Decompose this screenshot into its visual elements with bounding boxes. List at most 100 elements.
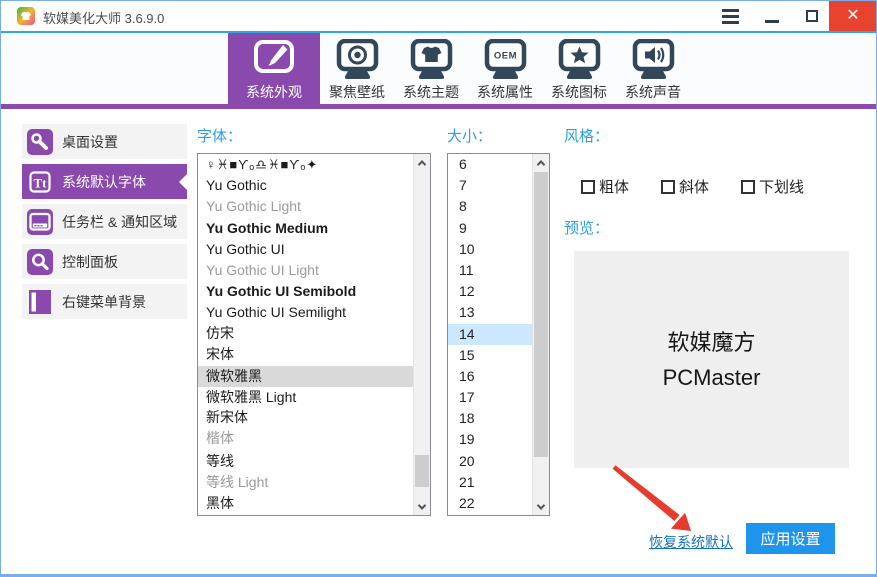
toolbar-tab-2[interactable]: 聚焦壁纸 [320, 33, 394, 104]
sidebar-item-label: 系统默认字体 [62, 172, 146, 192]
toolbar-tab-5[interactable]: 系统图标 [542, 33, 616, 104]
sidebar-item-3[interactable]: 任务栏 & 通知区域 [22, 204, 187, 239]
checkbox-icon[interactable] [661, 180, 675, 194]
checkbox-icon[interactable] [741, 180, 755, 194]
font-list-item[interactable]: 楷体 [198, 429, 413, 450]
sidebar-item-2[interactable]: Tt 系统默认字体 [22, 164, 187, 199]
wrench-icon [27, 129, 53, 155]
size-list-item[interactable]: 6 [448, 154, 532, 175]
sidebar-item-label: 桌面设置 [62, 132, 118, 152]
font-list-item[interactable]: Yu Gothic UI Semibold [198, 281, 413, 302]
font-list-item[interactable]: 等线 [198, 451, 413, 472]
size-list-item[interactable]: 15 [448, 345, 532, 366]
titlebar: 软媒美化大师 3.6.9.0 ✕ [1, 1, 876, 31]
size-list-item[interactable]: 22 [448, 493, 532, 514]
tab-label: 系统图标 [551, 82, 607, 102]
size-list-item[interactable]: 20 [448, 451, 532, 472]
restore-defaults-link[interactable]: 恢复系统默认 [649, 532, 733, 552]
scroll-down-icon[interactable] [533, 498, 549, 515]
font-list-item[interactable]: Yu Gothic UI [198, 239, 413, 260]
font-list-item[interactable]: Yu Gothic Medium [198, 218, 413, 239]
preview-box: 软媒魔方 PCMaster [574, 251, 849, 468]
font-list-item[interactable]: 宋体 [198, 345, 413, 366]
focus-wallpaper-icon [334, 35, 381, 81]
taskbar-icon [27, 209, 53, 235]
close-icon[interactable]: ✕ [829, 1, 877, 31]
font-scrollbar[interactable] [413, 154, 430, 515]
preview-text-line2: PCMaster [663, 360, 761, 395]
font-list-item[interactable]: 新宋体 [198, 408, 413, 429]
style-section-label: 风格： [564, 125, 609, 146]
style-option-2[interactable]: 斜体 [661, 176, 709, 197]
oem-icon: OEM [482, 35, 529, 81]
checkbox-label: 下划线 [759, 176, 804, 197]
font-list-item[interactable]: 黑体 [198, 493, 413, 514]
size-list-item[interactable]: 8 [448, 196, 532, 217]
sidebar-item-label: 右键菜单背景 [62, 292, 146, 312]
sidebar-item-4[interactable]: 控制面板 [22, 244, 187, 279]
size-section-label: 大小： [447, 125, 492, 146]
size-scrollbar-thumb[interactable] [534, 172, 548, 457]
toolbar-tab-4[interactable]: OEM系统属性 [468, 33, 542, 104]
font-list-item[interactable]: 微软雅黑 Light [198, 387, 413, 408]
checkbox-label: 斜体 [679, 176, 709, 197]
sidebar-item-1[interactable]: 桌面设置 [22, 124, 187, 159]
scroll-up-icon[interactable] [414, 154, 430, 171]
toolbar-tab-6[interactable]: 系统声音 [616, 33, 690, 104]
star-icon [556, 35, 603, 81]
checkbox-icon[interactable] [581, 180, 595, 194]
size-list-item[interactable]: 9 [448, 218, 532, 239]
font-listbox: ♀♓■Ƴₒ♎♓■Ƴₒ✦Yu GothicYu Gothic LightYu Go… [197, 153, 431, 516]
font-list-item[interactable]: 仿宋 [198, 324, 413, 345]
tab-label: 系统声音 [625, 82, 681, 102]
font-list-item[interactable]: Yu Gothic UI Light [198, 260, 413, 281]
font-list-item[interactable]: 等线 Light [198, 472, 413, 493]
tab-label: 系统属性 [477, 82, 533, 102]
app-logo-icon [17, 7, 35, 25]
size-list-item[interactable]: 10 [448, 239, 532, 260]
menu-icon[interactable] [713, 1, 747, 31]
toolbar: 系统外观 聚焦壁纸系统主题 OEM系统属性系统图标系统声音 [1, 33, 876, 104]
style-option-3[interactable]: 下划线 [741, 176, 804, 197]
font-scrollbar-thumb[interactable] [415, 455, 429, 487]
size-list-item[interactable]: 18 [448, 408, 532, 429]
style-option-1[interactable]: 粗体 [581, 176, 629, 197]
font-list-item[interactable]: Yu Gothic Light [198, 196, 413, 217]
apply-settings-button[interactable]: 应用设置 [746, 523, 835, 554]
size-list-item[interactable]: 14 [448, 324, 532, 345]
toolbar-tabs: 系统外观 聚焦壁纸系统主题 OEM系统属性系统图标系统声音 [228, 33, 690, 104]
speaker-icon [630, 35, 677, 81]
sidebar: 桌面设置 Tt 系统默认字体任务栏 & 通知区域控制面板右键菜单背景 [22, 124, 187, 324]
font-list-item[interactable]: Yu Gothic UI Semilight [198, 302, 413, 323]
size-list-item[interactable]: 13 [448, 302, 532, 323]
magnifier-icon [27, 249, 53, 275]
maximize-icon[interactable] [795, 1, 829, 31]
sidebar-item-label: 控制面板 [62, 252, 118, 272]
size-scrollbar[interactable] [532, 154, 549, 515]
font-list-item[interactable]: 微软雅黑 [198, 366, 413, 387]
toolbar-tab-1[interactable]: 系统外观 [228, 33, 320, 104]
scroll-down-icon[interactable] [414, 498, 430, 515]
sidebar-item-5[interactable]: 右键菜单背景 [22, 284, 187, 319]
font-list-item[interactable]: Yu Gothic [198, 175, 413, 196]
paintbrush-icon [249, 35, 299, 81]
svg-text:Tt: Tt [34, 175, 48, 190]
toolbar-underline [1, 104, 876, 109]
size-list-item[interactable]: 7 [448, 175, 532, 196]
checkbox-label: 粗体 [599, 176, 629, 197]
font-list-item[interactable]: ♀♓■Ƴₒ♎♓■Ƴₒ✦ [198, 154, 413, 175]
size-list-item[interactable]: 11 [448, 260, 532, 281]
toolbar-tab-3[interactable]: 系统主题 [394, 33, 468, 104]
font-icon: Tt [27, 169, 53, 195]
minimize-icon[interactable] [755, 1, 789, 31]
scroll-up-icon[interactable] [533, 154, 549, 171]
size-list-item[interactable]: 21 [448, 472, 532, 493]
tab-label: 聚焦壁纸 [329, 82, 385, 102]
size-list-item[interactable]: 16 [448, 366, 532, 387]
size-list-item[interactable]: 17 [448, 387, 532, 408]
tab-label: 系统主题 [403, 82, 459, 102]
size-list-item[interactable]: 12 [448, 281, 532, 302]
size-list-item[interactable]: 19 [448, 429, 532, 450]
font-section-label: 字体： [197, 125, 242, 146]
tab-label: 系统外观 [246, 82, 302, 102]
